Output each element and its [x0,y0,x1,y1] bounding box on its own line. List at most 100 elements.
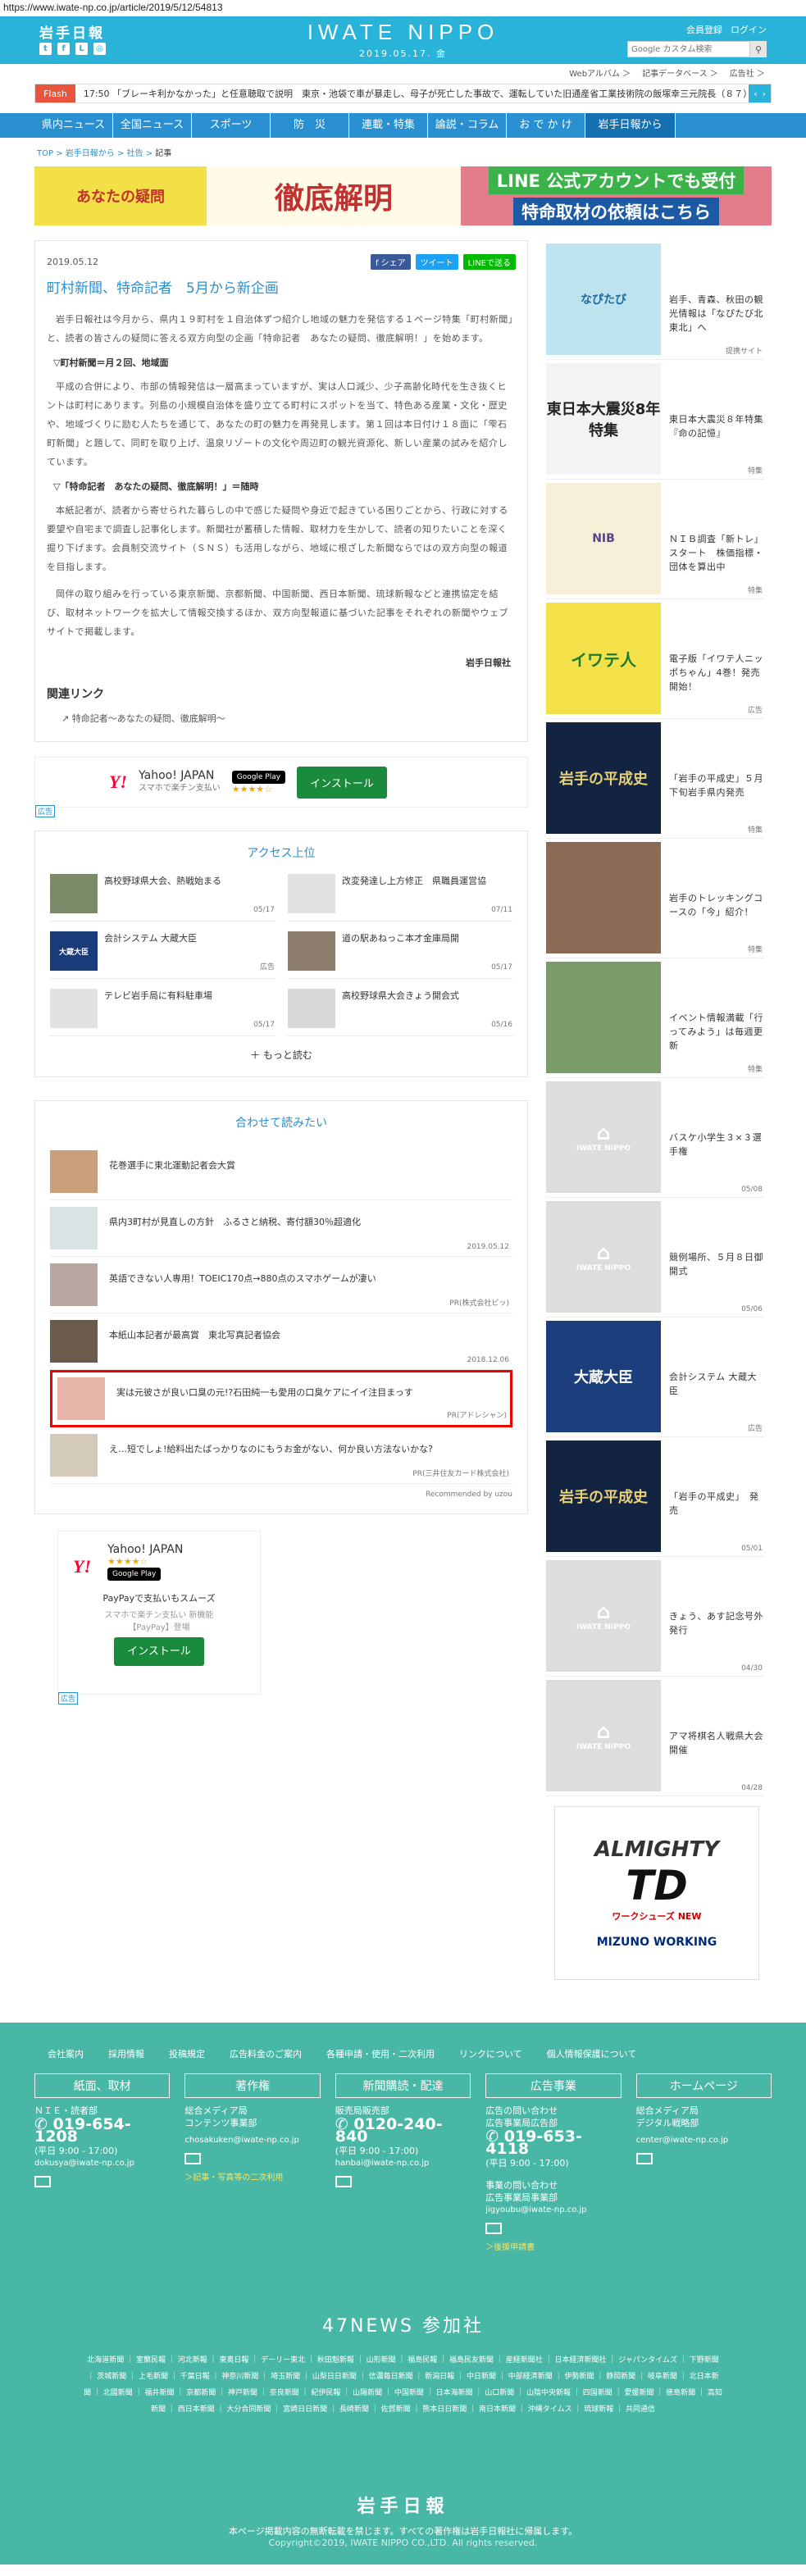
side-item[interactable]: イワテ人 電子版「イワテ人ニッポちゃん」4巻！発売開始！ 広告 [546,599,764,719]
install-button[interactable]: インストール [297,766,387,799]
recommend-item[interactable]: 県内3町村が見直しの方針 ふるさと納税、寄付額30％超適化 2019.05.12 [50,1200,512,1257]
chevron-left-icon[interactable]: ‹ [754,89,757,99]
related-link[interactable]: ↗ 特命記者～あなたの疑問、徹底解明～ [61,712,516,725]
search-input[interactable] [627,41,750,57]
footer-link[interactable]: 会社案内 [48,2047,84,2060]
side-item[interactable]: なぴたび 岩手、青森、秋田の観光情報は「なぴたび北東北」へ 提携サイト [546,240,764,360]
side-item[interactable]: ⌂ IWATE NIPPO 競例場所、５月８日御開式 05/06 [546,1198,764,1318]
crumb-top[interactable]: TOP [37,149,53,158]
nav-disaster[interactable]: 防 災 [271,113,349,138]
ad-label: 広告 [35,805,56,817]
login-link[interactable]: ログイン [731,23,767,36]
recommend-item[interactable]: 英語できない人専用！TOEIC170点→880点のスマホゲームが凄い PR(株式… [50,1257,512,1313]
side-item[interactable]: NIB ＮＩＢ調査「新トレ」スタート 株価指標・団体を算出中 特集 [546,480,764,599]
facebook-share-button[interactable]: f シェア [370,254,411,270]
access-item[interactable]: 高校野球県大会、熱戦始まる 05/17 [50,874,275,922]
footer-link[interactable]: 各種申請・使用・二次利用 [326,2047,435,2060]
side-image: 岩手の平成史 [546,722,661,834]
recommend-item[interactable]: 花巻選手に東北運動記者会大賞 [50,1144,512,1200]
footer-col-heading[interactable]: ホームページ [635,2073,772,2098]
article-paragraph: 平成の合併により、市部の情報発信は一層高まっていますが、実は人口減少、少子高齢化… [47,381,508,467]
footer-col-advertising: 広告事業 広告の問い合わせ 広告事業局広告部 ✆ 019-653-4118 (平… [485,2073,622,2254]
side-title: イベント情報満載「行ってみよう」は毎週更新 [669,1013,763,1051]
nav-outings[interactable]: お で か け [507,113,585,138]
side-item[interactable]: 岩手の平成史 「岩手の平成史」 発売 05/01 [546,1437,764,1557]
more-button[interactable]: ＋ もっと読む [50,1048,512,1062]
side-item[interactable]: ⌂ IWATE NIPPO きょう、あす記念号外発行 04/30 [546,1557,764,1677]
nav-national-news[interactable]: 全国ニュース [113,113,192,138]
footer-email[interactable]: hanbai@iwate-np.co.jp [335,2157,471,2169]
nav-sports[interactable]: スポーツ [192,113,271,138]
mail-icon[interactable] [635,2153,653,2164]
footer-col-heading[interactable]: 広告事業 [485,2073,622,2098]
placeholder-image: ⌂ IWATE NIPPO [546,1201,661,1313]
recommend-item-highlighted[interactable]: 実は元彼さが良い口臭の元!?石田純一も愛用の口臭ケアにイイ注目まっす PR(アド… [50,1370,512,1427]
chevron-right-icon[interactable]: › [763,89,766,99]
mail-icon[interactable] [184,2153,202,2164]
footer-phone[interactable]: ✆ 0120-240-840 [335,2117,471,2145]
yahoo-box-ad[interactable]: Y! Yahoo! JAPAN ★★★★☆ Google Play PayPay… [57,1531,261,1704]
footer-link[interactable]: 投稿規定 [169,2047,205,2060]
subnav-ad-company[interactable]: 広告社 ＞ [730,66,765,79]
side-item[interactable]: ⌂ IWATE NIPPO バスケ小学生３×３選手権 05/08 [546,1078,764,1198]
side-item[interactable]: 東日本大震災8年特集 東日本大震災８年特集 『命の記憶』 特集 [546,360,772,480]
access-item[interactable]: テレビ岩手局に有料駐車場 05/17 [50,989,275,1036]
footer-link[interactable]: リンクについて [459,2047,522,2060]
mizuno-ad[interactable]: ALMIGHTY TD ワークシューズ NEW MIZUNO WORKING [554,1806,759,1980]
side-item[interactable]: ⌂ IWATE NIPPO アマ将棋名人戦県大会開催 04/28 [546,1677,764,1796]
side-item[interactable]: イベント情報満載「行ってみよう」は毎週更新 特集 [546,958,764,1078]
footer-sublink[interactable]: ＞記事・写真等の二次利用 [184,2172,320,2184]
subnav-article-db[interactable]: 記事データベース ＞ [642,66,718,79]
side-item[interactable]: 岩手の平成史 「岩手の平成史」５月下旬岩手県内発売 特集 [546,719,764,839]
flash-text[interactable]: 17:50 「ブレーキ利かなかった」と任意聴取で説明 東京・池袋で車が暴走し、母… [84,87,749,100]
footer-phone[interactable]: ✆ 019-653-4118 [485,2129,621,2157]
access-item[interactable]: 改変発達し上方修正 県職員運営協 07/11 [288,874,512,922]
nav-from-iwate-nippo[interactable]: 岩手日報から [585,113,676,138]
address-bar[interactable]: https://www.iwate-np.co.jp/article/2019/… [0,0,806,16]
subnav-web-album[interactable]: Webアルバム ＞ [569,66,631,79]
footer-phone[interactable]: ✆ 019-654-1208 [34,2117,170,2145]
footer-col-heading[interactable]: 紙面、取材 [34,2073,171,2098]
footer-phone-number: 019-654-1208 [34,2115,131,2146]
side-image: 岩手の平成史 [546,1440,661,1552]
side-item[interactable]: 大蔵大臣 会計システム 大蔵大臣 広告 [546,1318,764,1437]
mail-icon[interactable] [485,2223,503,2234]
footer-link[interactable]: 広告料金のご案内 [230,2047,302,2060]
search-button[interactable]: ⚲ [750,41,767,57]
47news-member-list[interactable]: 北海道新聞 ｜ 室蘭民報 ｜ 河北新報 ｜ 東奥日報 ｜ デーリー東北 ｜ 秋田… [84,2352,722,2418]
line-share-button[interactable]: LINEで送る [462,254,516,270]
crumb-from-nippo[interactable]: 岩手日報から [66,149,115,158]
access-item[interactable]: 高校野球県大会きょう開会式 05/16 [288,989,512,1036]
nav-features[interactable]: 連載・特集 [349,113,428,138]
nav-local-news[interactable]: 県内ニュース [34,113,113,138]
footer-dept: 広告事業局事業部 [485,2192,558,2203]
yahoo-app-ad[interactable]: Y! Yahoo! JAPAN スマホで楽チン支払い Google Play ★… [34,757,528,817]
recommend-item[interactable]: え…短でしょ!給料出たばっかりなのにもうお金がない、何か良い方法ないかな? PR… [50,1427,512,1484]
nav-columns[interactable]: 論説・コラム [428,113,507,138]
footer-copyright: Copyright©2019, IWATE NIPPO CO.,LTD. All… [268,2537,538,2548]
footer-link[interactable]: 個人情報保護について [547,2047,637,2060]
access-item[interactable]: 大蔵大臣 会計システム 大蔵大臣 広告 [50,931,275,979]
footer-col-heading[interactable]: 新聞購読・配達 [335,2073,471,2098]
footer-email[interactable]: chosakuken@iwate-np.co.jp [184,2134,320,2146]
footer-link[interactable]: 採用情報 [108,2047,144,2060]
placeholder-text: IWATE NIPPO [576,1743,631,1751]
powered-by-label[interactable]: Recommended by uzou [50,1491,512,1499]
footer-sublink[interactable]: ＞後援申請書 [485,2241,621,2254]
footer-email[interactable]: dokusya@iwate-np.co.jp [34,2157,170,2169]
member-register-link[interactable]: 会員登録 [686,23,722,36]
tweet-button[interactable]: ツイート [415,254,458,270]
footer-email[interactable]: jigyoubu@iwate-np.co.jp [485,2204,621,2216]
access-item[interactable]: 道の駅あねっこ本才金庫局開 05/17 [288,931,512,979]
side-tag: 04/30 [741,1664,763,1673]
footer-col-heading[interactable]: 著作権 [184,2073,321,2098]
mail-icon[interactable] [335,2176,352,2187]
recommend-item[interactable]: 本紙山本記者が最高賞 東北写真記者協会 2018.12.06 [50,1313,512,1370]
footer-logo[interactable]: 岩手日報 [34,2492,772,2518]
footer-email[interactable]: center@iwate-np.co.jp [636,2134,772,2146]
crumb-notice[interactable]: 社告 [127,149,143,158]
mail-icon[interactable] [34,2176,51,2187]
tokumei-banner[interactable]: あなたの疑問 徹底解明 LINE 公式アカウントでも受付 特命取材の依頼はこちら [34,166,772,225]
side-item[interactable]: 岩手のトレッキングコースの「今」紹介！ 特集 [546,839,764,958]
install-button[interactable]: インストール [114,1637,204,1666]
